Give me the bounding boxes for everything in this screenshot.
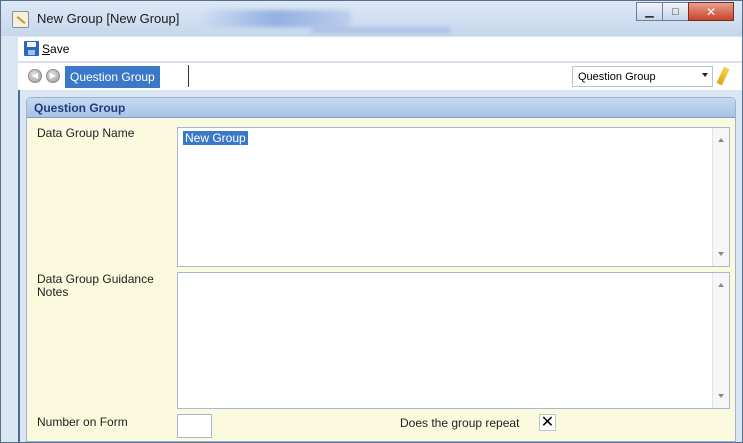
scroll-up-icon[interactable] <box>718 138 724 142</box>
chevron-down-icon[interactable] <box>702 73 708 77</box>
blurred-tab-shadow <box>311 27 451 33</box>
title-bar[interactable]: New Group [New Group] ▁ □ ✕ <box>1 1 742 36</box>
blurred-tab <box>201 10 351 27</box>
section-dropdown-value: Question Group <box>578 71 656 83</box>
section-dropdown[interactable]: Question Group <box>572 66 713 87</box>
breadcrumb-cursor <box>188 65 189 87</box>
scroll-down-icon[interactable] <box>718 252 724 256</box>
window-title: New Group [New Group] <box>37 11 180 26</box>
guidance-notes-field[interactable] <box>177 272 730 409</box>
question-group-panel: Question Group Data Group Name New Group… <box>26 97 736 442</box>
save-icon <box>24 41 39 56</box>
data-group-name-field[interactable]: New Group <box>177 127 730 267</box>
save-label-mnemonic: S <box>42 41 51 56</box>
name-scrollbar[interactable] <box>712 128 729 266</box>
forward-icon: ▶ <box>49 71 57 80</box>
minimize-icon: ▁ <box>645 6 654 18</box>
close-button[interactable]: ✕ <box>688 2 734 21</box>
number-on-form-label: Number on Form <box>37 415 128 429</box>
scroll-down-icon[interactable] <box>718 394 724 398</box>
number-on-form-input[interactable] <box>177 414 212 438</box>
breadcrumb-question-group[interactable]: Question Group <box>65 66 160 88</box>
navigation-bar: ◀ ▶ Question Group Question Group <box>18 62 742 90</box>
close-icon: ✕ <box>705 4 717 19</box>
guidance-notes-label: Data Group Guidance Notes <box>37 272 154 299</box>
maximize-button[interactable]: □ <box>662 2 689 21</box>
left-edge-bar <box>18 62 20 442</box>
toolbar: Save <box>18 37 742 61</box>
application-window: New Group [New Group] ▁ □ ✕ Save ◀ ▶ Que… <box>0 0 743 443</box>
forward-button[interactable]: ▶ <box>46 69 60 83</box>
save-button[interactable]: Save <box>24 41 69 56</box>
group-repeat-checkbox[interactable]: ✕ <box>539 414 556 431</box>
maximize-icon: □ <box>672 5 679 18</box>
back-icon: ◀ <box>31 71 39 80</box>
data-group-name-value: New Group <box>183 131 248 145</box>
app-icon[interactable] <box>12 11 29 28</box>
save-label: Save <box>42 42 69 56</box>
group-repeat-label: Does the group repeat <box>400 416 520 430</box>
notes-scrollbar[interactable] <box>712 273 729 408</box>
window-controls: ▁ □ ✕ <box>636 2 734 21</box>
pencil-icon[interactable] <box>716 66 730 86</box>
minimize-button[interactable]: ▁ <box>636 2 663 21</box>
checkmark-x-icon: ✕ <box>540 414 555 431</box>
panel-header: Question Group <box>27 98 735 118</box>
data-group-name-label: Data Group Name <box>37 126 135 140</box>
save-label-rest: ave <box>50 41 70 56</box>
scroll-up-icon[interactable] <box>718 283 724 287</box>
back-button[interactable]: ◀ <box>28 69 42 83</box>
